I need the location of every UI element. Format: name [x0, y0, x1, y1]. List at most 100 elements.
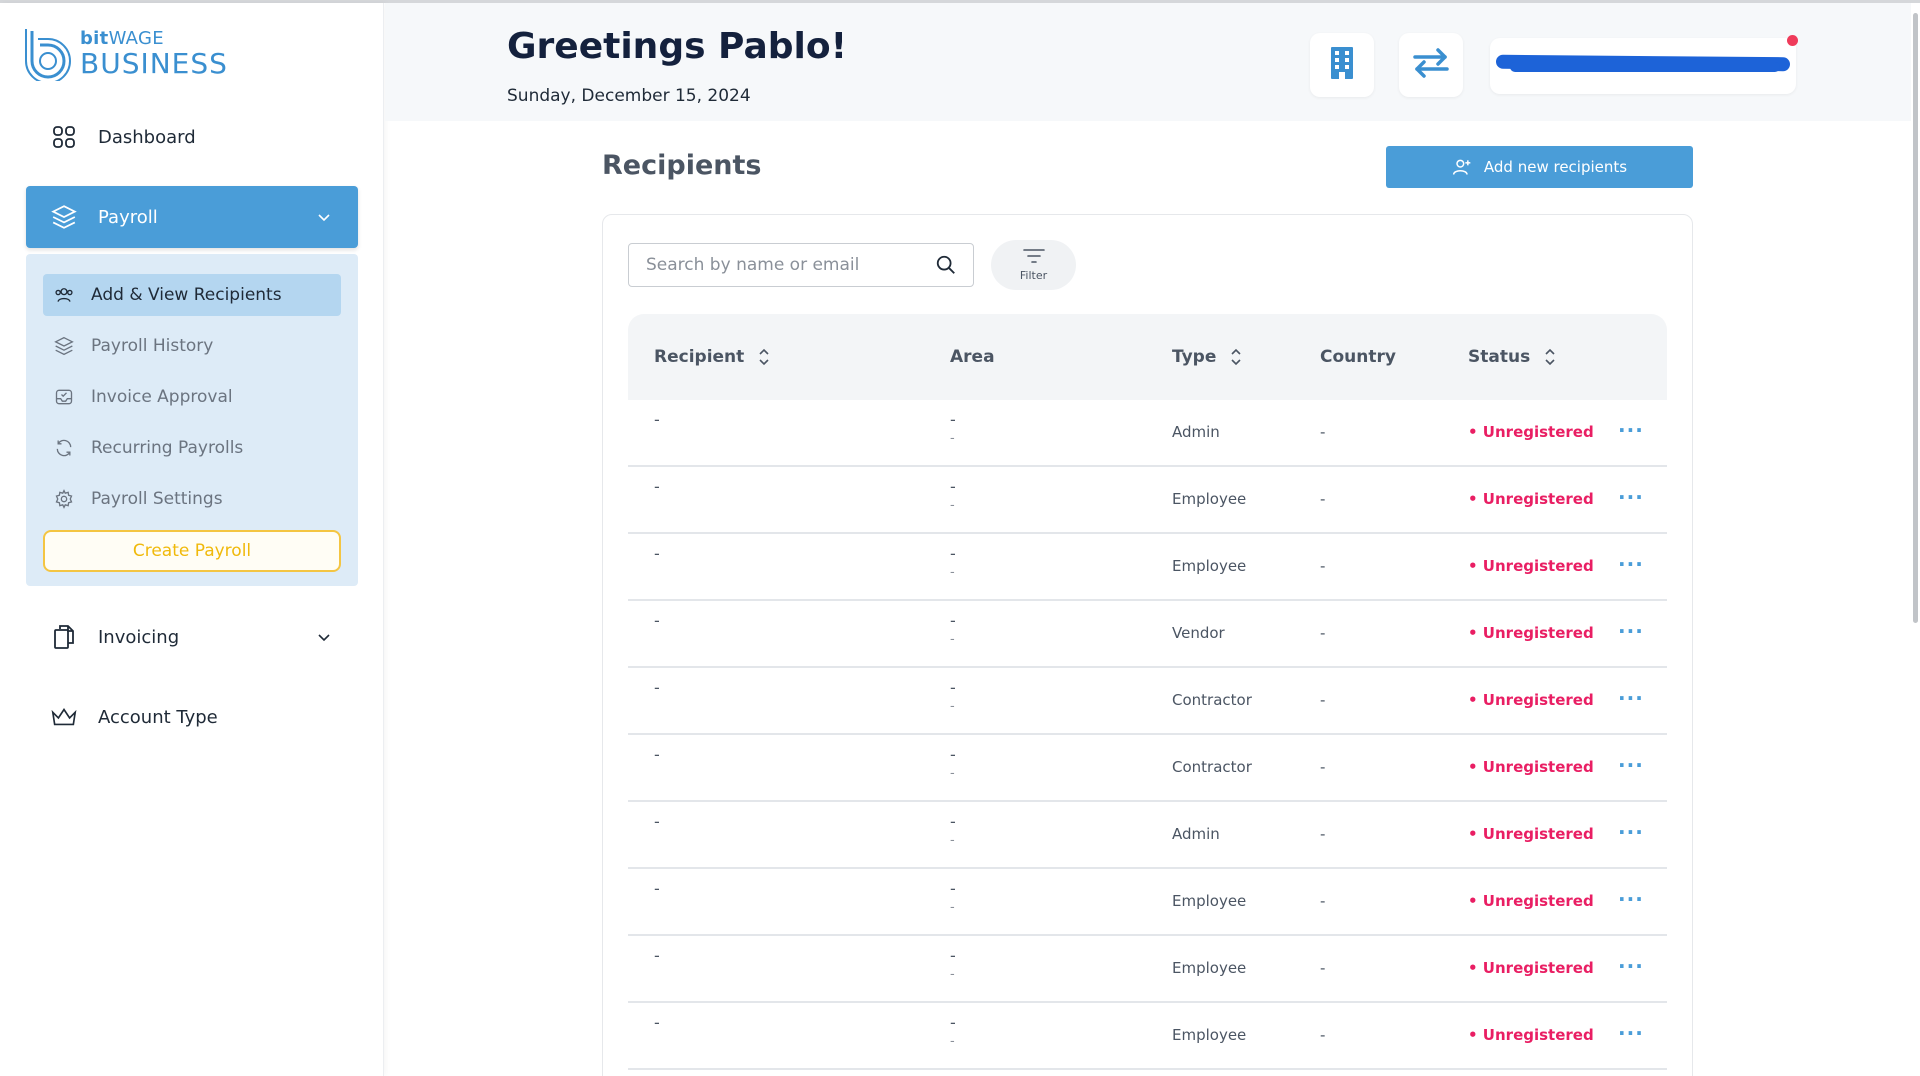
more-options-icon[interactable]: ···	[1618, 753, 1644, 777]
more-options-icon[interactable]: ···	[1618, 418, 1644, 442]
sidebar: bitWAGE BUSINESS Dashboard Payroll Add &…	[0, 3, 384, 1076]
area-cell: -	[950, 611, 956, 630]
recipient-cell: -	[654, 1013, 660, 1032]
more-options-icon[interactable]: ···	[1618, 485, 1644, 509]
status-badge: • Unregistered	[1468, 423, 1594, 441]
column-header-recipient[interactable]: Recipient	[654, 347, 770, 367]
more-options-icon[interactable]: ···	[1618, 887, 1644, 911]
submenu-item-payroll-history[interactable]: Payroll History	[43, 325, 341, 367]
table-row[interactable]: - - - Employee - • Unregistered ···	[628, 534, 1667, 601]
area-sub-cell: -	[950, 699, 955, 714]
column-header-type[interactable]: Type	[1172, 347, 1242, 367]
area-cell: -	[950, 678, 956, 697]
area-cell: -	[950, 879, 956, 898]
column-label: Recipient	[654, 347, 745, 367]
sort-icon[interactable]	[1544, 348, 1556, 366]
grid-icon	[50, 123, 78, 151]
recipients-table: Recipient Area Type Country Status - - - Ad…	[628, 314, 1667, 1070]
table-row[interactable]: - - - Vendor - • Unregistered ···	[628, 601, 1667, 668]
column-label: Type	[1172, 347, 1217, 367]
area-cell: -	[950, 946, 956, 965]
status-badge: • Unregistered	[1468, 557, 1594, 575]
table-row[interactable]: - - - Admin - • Unregistered ···	[628, 802, 1667, 869]
table-row[interactable]: - - - Employee - • Unregistered ···	[628, 1003, 1667, 1070]
country-cell: -	[1320, 825, 1326, 843]
type-cell: Contractor	[1172, 758, 1252, 776]
area-cell: -	[950, 1013, 956, 1032]
table-row[interactable]: - - - Employee - • Unregistered ···	[628, 869, 1667, 936]
search-icon[interactable]	[935, 254, 957, 280]
sidebar-item-label: Account Type	[98, 706, 218, 728]
area-sub-cell: -	[950, 900, 955, 915]
sidebar-item-dashboard[interactable]: Dashboard	[26, 106, 358, 168]
more-options-icon[interactable]: ···	[1618, 954, 1644, 978]
submenu-item-add-view-recipients[interactable]: Add & View Recipients	[43, 274, 341, 316]
recipient-cell: -	[654, 678, 660, 697]
area-sub-cell: -	[950, 833, 955, 848]
sort-icon[interactable]	[758, 348, 770, 366]
sidebar-item-label: Dashboard	[98, 126, 196, 148]
submenu-item-payroll-settings[interactable]: Payroll Settings	[43, 478, 341, 520]
status-badge: • Unregistered	[1468, 959, 1594, 977]
page-scrollbar[interactable]	[1911, 3, 1920, 1076]
sidebar-item-payroll[interactable]: Payroll	[26, 186, 358, 248]
create-payroll-button[interactable]: Create Payroll	[43, 530, 341, 572]
type-cell: Contractor	[1172, 691, 1252, 709]
notification-dot	[1787, 35, 1798, 46]
type-cell: Admin	[1172, 423, 1220, 441]
filter-label: Filter	[1019, 269, 1048, 282]
gear-icon	[53, 488, 75, 510]
more-options-icon[interactable]: ···	[1618, 686, 1644, 710]
layers-icon	[50, 203, 78, 231]
table-row[interactable]: - - - Contractor - • Unregistered ···	[628, 668, 1667, 735]
search-input[interactable]	[629, 244, 929, 286]
country-cell: -	[1320, 758, 1326, 776]
sidebar-item-invoicing[interactable]: Invoicing	[26, 606, 358, 668]
area-sub-cell: -	[950, 431, 955, 446]
recipient-cell: -	[654, 879, 660, 898]
country-cell: -	[1320, 557, 1326, 575]
column-header-status[interactable]: Status	[1468, 347, 1556, 367]
crown-icon	[50, 703, 78, 731]
bitwage-business-logo[interactable]: bitWAGE BUSINESS	[24, 27, 254, 85]
table-row[interactable]: - - - Admin - • Unregistered ···	[628, 400, 1667, 467]
area-cell: -	[950, 745, 956, 764]
recipient-cell: -	[654, 544, 660, 563]
swap-arrows-icon	[1413, 48, 1449, 82]
table-row[interactable]: - - - Contractor - • Unregistered ···	[628, 735, 1667, 802]
more-options-icon[interactable]: ···	[1618, 552, 1644, 576]
sidebar-item-account-type[interactable]: Account Type	[26, 686, 358, 748]
area-cell: -	[950, 812, 956, 831]
more-options-icon[interactable]: ···	[1618, 820, 1644, 844]
more-options-icon[interactable]: ···	[1618, 1021, 1644, 1045]
table-row[interactable]: - - - Employee - • Unregistered ···	[628, 467, 1667, 534]
area-cell: -	[950, 544, 956, 563]
submenu-item-invoice-approval[interactable]: Invoice Approval	[43, 376, 341, 418]
submenu-item-label: Invoice Approval	[91, 387, 233, 407]
submenu-item-label: Add & View Recipients	[91, 285, 282, 305]
status-badge: • Unregistered	[1468, 691, 1594, 709]
submenu-item-label: Recurring Payrolls	[91, 438, 244, 458]
chevron-down-icon	[314, 207, 334, 227]
scrollbar-thumb[interactable]	[1913, 13, 1918, 623]
submenu-item-recurring-payrolls[interactable]: Recurring Payrolls	[43, 427, 341, 469]
company-button[interactable]	[1310, 33, 1374, 97]
area-cell: -	[950, 477, 956, 496]
area-sub-cell: -	[950, 565, 955, 580]
table-header: Recipient Area Type Country Status	[628, 314, 1667, 400]
bitwage-logo-icon	[25, 29, 71, 81]
add-new-recipients-button[interactable]: Add new recipients	[1386, 146, 1693, 188]
area-sub-cell: -	[950, 967, 955, 982]
switch-account-button[interactable]	[1399, 33, 1463, 97]
redacted-user-name-overlay	[1510, 62, 1780, 72]
more-options-icon[interactable]: ···	[1618, 619, 1644, 643]
building-icon	[1328, 46, 1356, 84]
table-row[interactable]: - - - Employee - • Unregistered ···	[628, 936, 1667, 1003]
submenu-item-label: Payroll History	[91, 336, 214, 356]
sidebar-item-label: Invoicing	[98, 626, 180, 648]
sort-icon[interactable]	[1230, 348, 1242, 366]
filter-button[interactable]: Filter	[991, 240, 1076, 290]
current-date: Sunday, December 15, 2024	[507, 86, 751, 106]
area-sub-cell: -	[950, 632, 955, 647]
user-menu[interactable]	[1490, 38, 1796, 94]
